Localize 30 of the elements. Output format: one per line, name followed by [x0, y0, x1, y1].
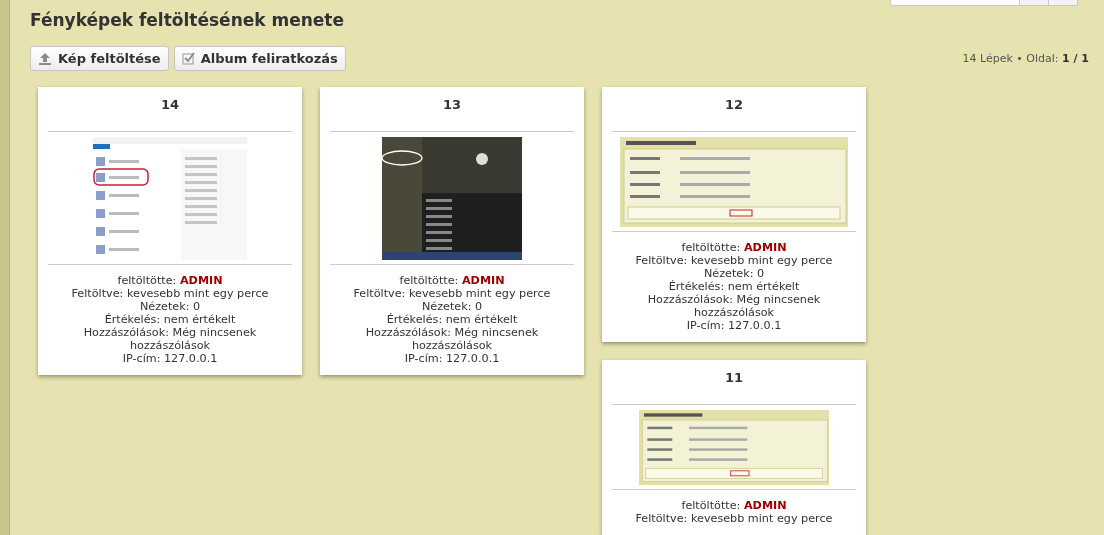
uploader-line: feltöltötte: ADMIN — [116, 274, 224, 287]
photo-detail: IP-cím: 127.0.0.1 — [685, 319, 783, 332]
uploader-line: feltöltötte: ADMIN — [680, 241, 788, 254]
photo-detail: Feltöltve: kevesebb mint egy perce — [634, 254, 834, 267]
photo-number: 11 — [612, 360, 856, 405]
uploader-line: feltöltötte: ADMIN — [398, 274, 506, 287]
photo-number: 14 — [48, 87, 292, 132]
subscribe-button[interactable]: Album feliratkozás — [173, 46, 346, 71]
photo-detail: Értékelés: nem értékelt — [103, 313, 237, 326]
pagination-info: 14 Lépek • Oldal: 1 / 1 — [962, 52, 1089, 65]
upload-icon — [38, 51, 52, 66]
photo-number: 13 — [330, 87, 574, 132]
page-title: Fényképek feltöltésének menete — [30, 10, 345, 30]
photo-detail: Nézetek: 0 — [420, 300, 484, 313]
photo-number: 12 — [612, 87, 856, 132]
photo-detail: Nézetek: 0 — [138, 300, 202, 313]
photo-detail: Feltöltve: kevesebb mint egy perce — [352, 287, 552, 300]
photo-detail: Értékelés: nem értékelt — [667, 280, 801, 293]
photo-detail: Feltöltve: kevesebb mint egy perce — [634, 512, 834, 525]
upload-button[interactable]: Kép feltöltése — [30, 46, 169, 71]
photo-detail: Nézetek: 0 — [702, 267, 766, 280]
photo-detail: IP-cím: 127.0.0.1 — [121, 352, 219, 365]
checkbox-icon — [181, 52, 195, 65]
photo-detail: Értékelés: nem értékelt — [385, 313, 519, 326]
photo-detail: Hozzászólások: Még nincsenek hozzászólások — [364, 326, 540, 352]
photo-detail: IP-cím: 127.0.0.1 — [403, 352, 501, 365]
uploader-line: feltöltötte: ADMIN — [680, 499, 788, 512]
photo-detail: Feltöltve: kevesebb mint egy perce — [70, 287, 270, 300]
photo-detail: Hozzászólások: Még nincsenek hozzászólások — [82, 326, 258, 352]
photo-detail: Hozzászólások: Még nincsenek hozzászólások — [646, 293, 822, 319]
